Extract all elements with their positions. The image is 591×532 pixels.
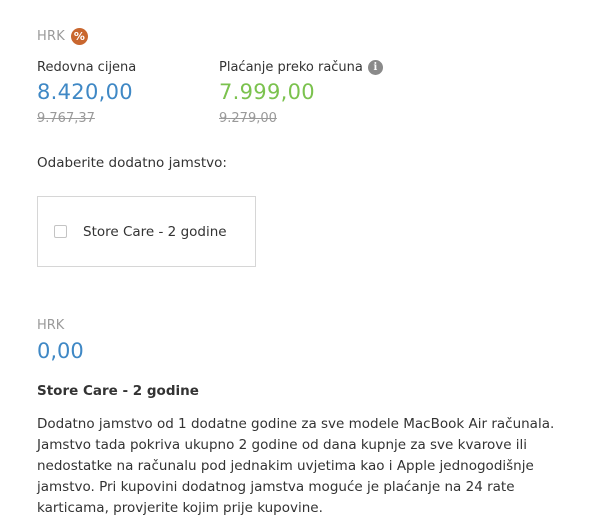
regular-price-label: Redovna cijena — [37, 60, 137, 75]
invoice-price-label-group: Plaćanje preko računa i — [219, 60, 383, 75]
warranty-checkbox[interactable] — [54, 225, 67, 238]
invoice-price-label: Plaćanje preko računa — [219, 60, 363, 75]
warranty-product-title: Store Care - 2 godine — [37, 383, 199, 399]
description-line: karticama, provjerite kojim prije kupovi… — [37, 500, 323, 516]
description-line: Jamstvo tada pokriva ukupno 2 godine od … — [37, 437, 528, 453]
warranty-heading: Odaberite dodatno jamstvo: — [37, 155, 227, 171]
currency-code: HRK — [37, 29, 65, 44]
invoice-old-price: 9.279,00 — [219, 111, 277, 126]
info-icon[interactable]: i — [367, 60, 383, 75]
regular-old-price: 9.767,37 — [37, 111, 95, 126]
warranty-total-price: 0,00 — [37, 339, 84, 363]
description-line: nedostatke na računalu pod jednakim uvje… — [37, 458, 534, 474]
description-line: jamstvo. Pri kupovini dodatnog jamstva m… — [37, 479, 515, 495]
invoice-price: 7.999,00 — [219, 80, 315, 104]
summary-currency: HRK — [37, 318, 65, 333]
warranty-option-store-care[interactable]: Store Care - 2 godine — [37, 196, 256, 267]
currency-label: HRK % — [37, 28, 88, 45]
warranty-description: Dodatno jamstvo od 1 dodatne godine za s… — [37, 414, 591, 519]
discount-percent-icon: % — [70, 28, 88, 45]
description-line: Dodatno jamstvo od 1 dodatne godine za s… — [37, 416, 555, 432]
warranty-option-label: Store Care - 2 godine — [83, 223, 227, 240]
regular-price: 8.420,00 — [37, 80, 133, 104]
